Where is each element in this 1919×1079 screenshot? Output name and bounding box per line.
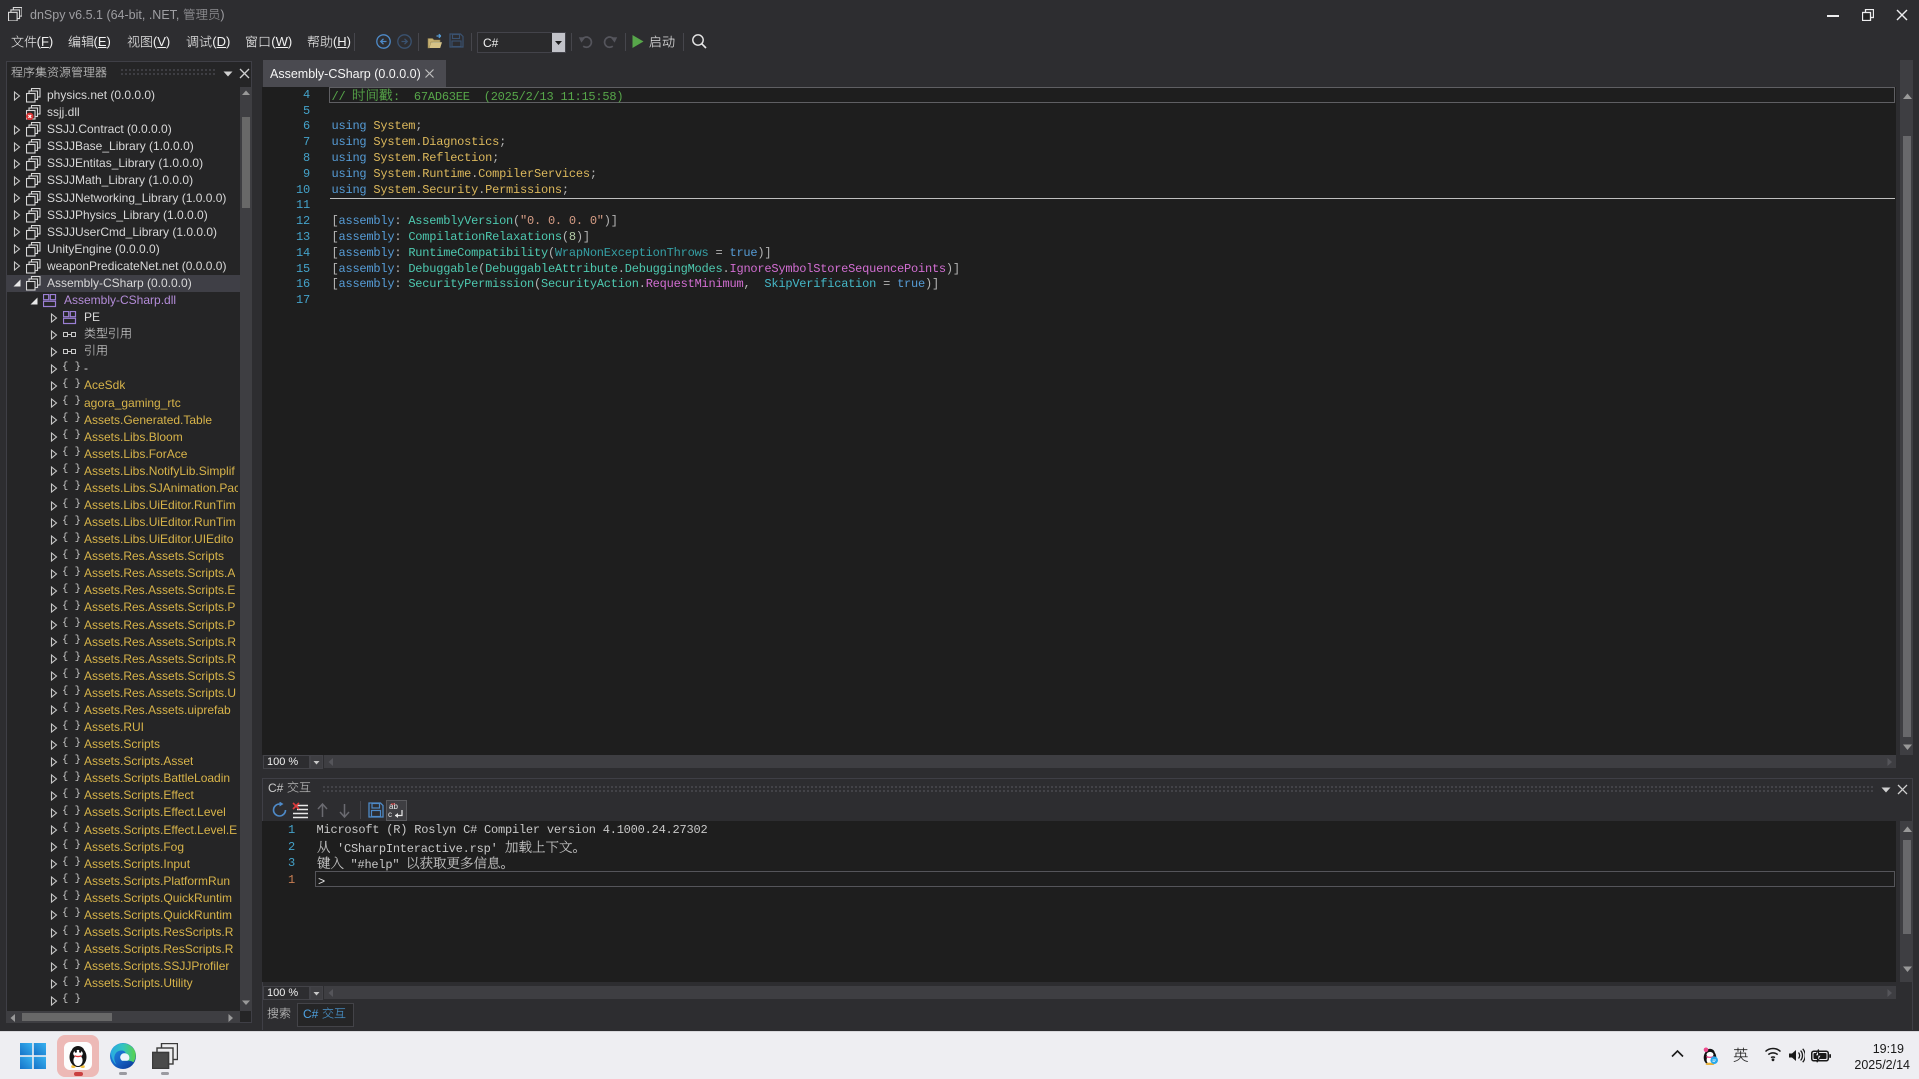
svg-text:c: c [388, 810, 392, 819]
